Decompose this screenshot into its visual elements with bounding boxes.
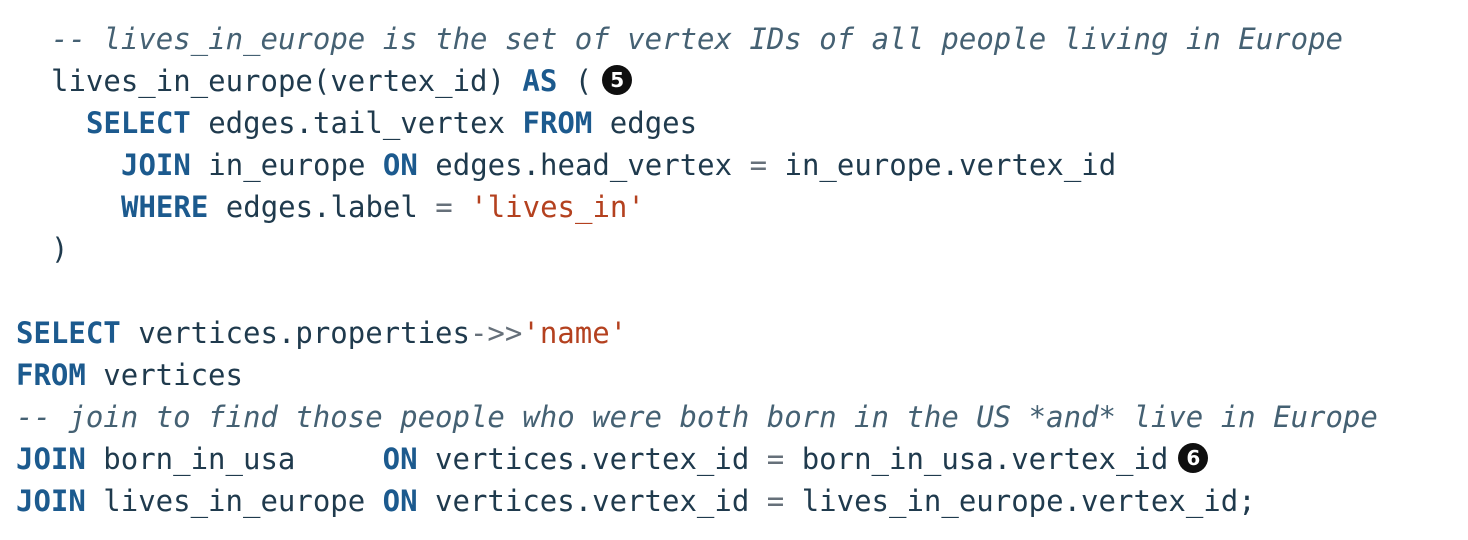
code-line: lives_in_europe(vertex_id) AS (5 xyxy=(16,60,1378,102)
code-token-id: edges.label xyxy=(208,190,436,224)
code-line: WHERE edges.label = 'lives_in' xyxy=(16,186,1378,228)
code-line: -- lives_in_europe is the set of vertex … xyxy=(16,18,1378,60)
code-line: -- join to find those people who were bo… xyxy=(16,396,1378,438)
code-token-op: = xyxy=(766,442,785,476)
code-token-kw: FROM xyxy=(16,358,86,392)
code-token-id: edges xyxy=(592,106,698,140)
code-token-kw: ON xyxy=(382,148,418,182)
code-token-id: lives_in_europe xyxy=(85,484,383,518)
code-token-kw: JOIN xyxy=(121,148,191,182)
code-line: JOIN born_in_usa ON vertices.vertex_id =… xyxy=(16,438,1378,480)
sql-code-listing: -- lives_in_europe is the set of vertex … xyxy=(16,18,1378,522)
callout-number-marker: 5 xyxy=(602,65,633,95)
code-token-id: lives_in_europe(vertex_id) xyxy=(51,64,523,98)
code-token-id: edges.tail_vertex xyxy=(190,106,523,140)
code-token-op: = xyxy=(766,484,785,518)
code-token-id: vertices.vertex_id xyxy=(417,442,767,476)
code-token-id: in_europe xyxy=(190,148,383,182)
code-token-id: edges.head_vertex xyxy=(417,148,750,182)
code-token-cm: -- lives_in_europe is the set of vertex … xyxy=(51,22,1344,56)
code-token-id: born_in_usa xyxy=(85,442,383,476)
code-token-op: = xyxy=(435,190,453,224)
code-token-kw: FROM xyxy=(522,106,593,140)
code-token-cm: -- join to find those people who were bo… xyxy=(16,400,1378,434)
code-token-kw: ON xyxy=(382,442,418,476)
code-token-kw: ON xyxy=(382,484,418,518)
code-line: FROM vertices xyxy=(16,354,1378,396)
code-token-kw: SELECT xyxy=(16,316,121,350)
code-token-id: vertices.properties xyxy=(120,316,470,350)
code-token-id: in_europe.vertex_id xyxy=(767,148,1117,182)
code-token-kw: SELECT xyxy=(86,106,191,140)
code-token-kw: JOIN xyxy=(16,484,86,518)
code-token-punct: ( xyxy=(557,64,593,98)
code-token-punct: ) xyxy=(51,232,69,266)
code-token-id: vertices.vertex_id xyxy=(417,484,767,518)
code-token-str: 'name' xyxy=(522,316,628,350)
code-token-op: = xyxy=(749,148,768,182)
code-token-id: lives_in_europe.vertex_id; xyxy=(784,484,1256,518)
code-line: JOIN lives_in_europe ON vertices.vertex_… xyxy=(16,480,1378,522)
code-line: JOIN in_europe ON edges.head_vertex = in… xyxy=(16,144,1378,186)
code-token-str: 'lives_in' xyxy=(470,190,645,224)
code-token-kw: WHERE xyxy=(121,190,209,224)
code-line: ) xyxy=(16,228,1378,270)
code-token-op: ->> xyxy=(469,316,523,350)
code-line: SELECT vertices.properties->>'name' xyxy=(16,312,1378,354)
code-token-id xyxy=(453,190,470,224)
code-token-kw: JOIN xyxy=(16,442,86,476)
code-token-id: vertices xyxy=(85,358,243,392)
code-line: SELECT edges.tail_vertex FROM edges xyxy=(16,102,1378,144)
callout-number-marker: 6 xyxy=(1178,443,1209,473)
code-token-id: born_in_usa.vertex_id xyxy=(784,442,1169,476)
code-token-kw: AS xyxy=(522,64,558,98)
